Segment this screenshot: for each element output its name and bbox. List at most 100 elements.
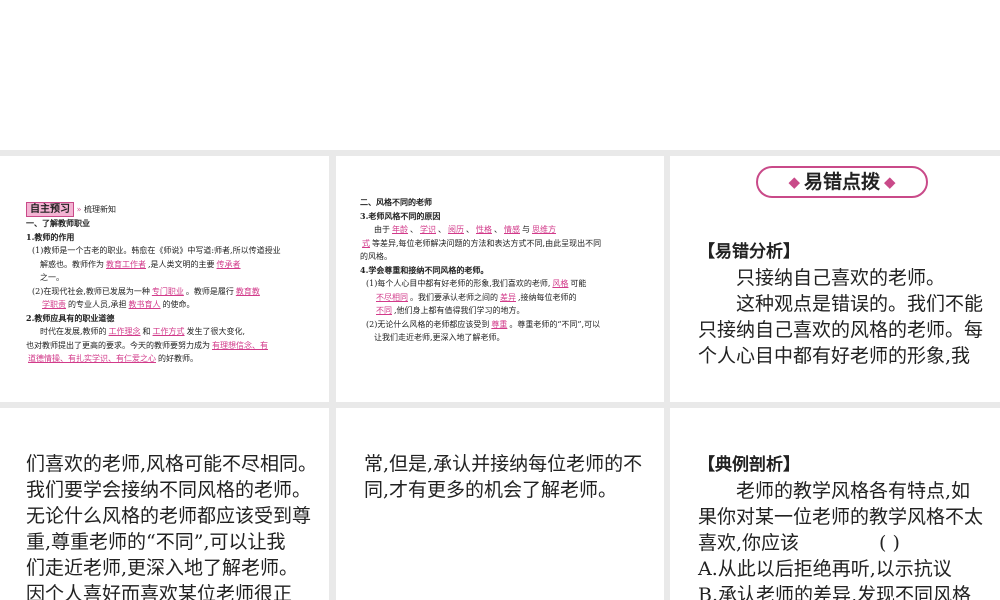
text-span: 与 [522,225,530,234]
text-span: 的专业人员,承担 [68,300,127,309]
section-title: 二、风格不同的老师 [360,197,432,207]
answer-paren: ( ) [879,532,900,554]
text-line: 也对教师提出了更高的要求。今天的教师要努力成为 有理想信念、有 [26,339,326,353]
text-line: 不尽相同 。我们要承认老师之间的 差异 ,接纳每位老师的 [360,291,660,305]
slide-panel-6[interactable]: 【典例剖析】 老师的教学风格各有特点,如 果你对某一位老师的教学风格不太 喜欢,… [670,408,1000,600]
answer-blank: 专门职业 [151,286,184,296]
text-line: 这种观点是错误的。我们不能 [736,293,984,315]
text-line: 同,才有更多的机会了解老师。 [364,479,618,501]
text-span: (2)无论什么风格的老师都应该受到 [366,319,490,329]
diamond-arrow-left-icon: ◆ [788,173,800,191]
text-line: 解惑也。教师作为 教育工作者 ,是人类文明的主要 传承者 [26,258,326,272]
answer-blank: 思维方 [532,225,556,234]
answer-blank: 教育工作者 [106,259,146,269]
slide-panel-4[interactable]: 们喜欢的老师,风格可能不尽相同。 我们要学会接纳不同风格的老师。 无论什么风格的… [0,408,329,600]
answer-blank: 教育教 [235,286,260,296]
answer-blank: 不尽相同 [376,292,408,302]
text-line: 的风格。 [360,252,392,261]
top-blank-area [0,0,1000,150]
text-line: 果你对某一位老师的教学风格不太 [698,506,984,528]
text-span: 。教师是履行 [185,286,234,296]
text-span: 和 [142,327,151,336]
text-line: 式等差异,每位老师解决问题的方法和表达方式不同,由此呈现出不同 [360,237,660,251]
answer-blank: 道德情操、有扎实学识、有仁爱之心 [28,354,156,363]
answer-blank: 情感 [504,225,520,234]
error-tips-banner: ◆ 易错点拨 ◆ [756,166,928,198]
preview-header-box: 自主预习 [26,202,74,217]
banner-title: 易错点拨 [803,171,880,193]
answer-blank: 传承者 [216,259,241,269]
text-line: 们喜欢的老师,风格可能不尽相同。 [26,453,318,475]
answer-blank: 风格 [552,279,569,288]
text-line: 个人心目中都有好老师的形象,我 [698,345,971,367]
text-line: 由于 年龄、学识、阅历、性格、情感与思维方 [374,225,556,234]
preview-header: 自主预习 » 梳理新知 [26,202,326,217]
question-3: 3.老师风格不同的原因 [360,210,441,221]
text-line: 只接纳自己喜欢的老师。 [736,267,946,289]
text-span: 等差异,每位老师解决问题的方法和表达方式不同,由此呈现出不同 [372,238,602,248]
text-line: 时代在发展,教师的 工作理念和工作方式 发生了很大变化, [26,325,326,339]
text-line: 不同 ,他们身上都有值得我们学习的地方。 [360,304,660,318]
error-analysis-label: 【易错分析】 [698,242,800,262]
text-span: ,他们身上都有值得我们学习的地方。 [394,306,525,315]
answer-blank: 性格 [476,225,492,234]
text-span: 解惑也。教师作为 [40,259,104,269]
text-span: 的好教师。 [158,354,198,363]
text-line: (1)教师是一个古老的职业。韩愈在《师说》中写道:师者,所以传道授业 [32,246,281,255]
answer-blank: 不同 [376,306,392,315]
text-line: 无论什么风格的老师都应该受到尊 [26,505,312,527]
slide-panel-3[interactable]: ◆ 易错点拨 ◆ 【易错分析】 只接纳自己喜欢的老师。 这种观点是错误的。我们不… [670,156,1000,402]
answer-blank: 教书育人 [128,300,161,309]
text-line: (2)在现代社会,教师已发展为一种 专门职业 。教师是履行 教育教 [26,285,326,299]
answer-blank: 阅历 [448,225,464,234]
text-span: (1)每个人心目中都有好老师的形象,我们喜欢的老师, [366,279,551,288]
section-title: 一、了解教师职业 [26,218,90,228]
diamond-arrow-right-icon: ◆ [884,173,896,191]
text-span: 的使命。 [162,300,195,309]
text-line: (2)无论什么风格的老师都应该受到 尊重 。尊重老师的“不同”,可以 [360,318,660,332]
answer-blank: 学识 [420,225,436,234]
text-line: 之一。 [40,273,64,282]
text-line: 老师的教学风格各有特点,如 [736,480,971,502]
text-line: 只接纳自己喜欢的风格的老师。每 [698,319,984,341]
answer-blank: 差异 [500,292,516,302]
text-span: 喜欢,你应该 [698,532,800,554]
text-line: 们走近老师,更深入地了解老师。 [26,557,299,579]
text-span: 由于 [374,225,390,234]
text-span: ,接纳每位老师的 [518,292,577,302]
text-span: 时代在发展,教师的 [40,327,107,336]
question-2: 2.教师应具有的职业道德 [26,312,115,323]
text-line: 因个人喜好而喜欢某位老师很正 [26,583,293,600]
text-span: 发生了很大变化, [186,327,246,336]
answer-blank: 年龄 [392,225,408,234]
text-span: 可能 [570,279,587,288]
preview-header-sub: 梳理新知 [84,205,116,214]
text-line: 我们要学会接纳不同风格的老师。 [26,479,312,501]
text-span: 。我们要承认老师之间的 [410,292,498,302]
text-line: 常,但是,承认并接纳每位老师的不 [364,453,643,475]
text-line: 重,尊重老师的“不同”,可以让我 [26,531,286,553]
answer-blank: 工作方式 [152,327,185,336]
text-span: ,是人类文明的主要 [148,259,215,269]
text-line: (1)每个人心目中都有好老师的形象,我们喜欢的老师, 风格 可能 [360,277,660,291]
slide-panel-1[interactable]: 自主预习 » 梳理新知 一、了解教师职业 1.教师的作用 (1)教师是一个古老的… [0,156,329,402]
text-span: 也对教师提出了更高的要求。今天的教师要努力成为 [26,340,210,350]
text-line: 让我们走近老师,更深入地了解老师。 [374,333,505,342]
text-span: (2)在现代社会,教师已发展为一种 [32,286,150,296]
option-b: B.承认老师的差异,发现不同风格 [698,584,972,600]
answer-blank: 学职责 [42,300,66,309]
text-line: 道德情操、有扎实学识、有仁爱之心 的好教师。 [26,352,326,366]
text-line: 学职责 的专业人员,承担 教书育人 的使命。 [26,298,326,312]
answer-blank: 有理想信念、有 [212,340,268,350]
double-arrow-icon: » [76,205,82,214]
example-analysis-label: 【典例剖析】 [698,455,800,475]
answer-blank: 式 [362,238,370,248]
question-1: 1.教师的作用 [26,231,75,242]
answer-blank: 尊重 [491,319,508,329]
answer-blank: 工作理念 [108,327,141,336]
option-a: A.从此以后拒绝再听,以示抗议 [698,558,952,580]
slide-panel-5[interactable]: 常,但是,承认并接纳每位老师的不 同,才有更多的机会了解老师。 [336,408,664,600]
text-line: 喜欢,你应该 ( ) [698,530,998,556]
slide-panel-2[interactable]: 二、风格不同的老师 3.老师风格不同的原因 由于 年龄、学识、阅历、性格、情感与思… [336,156,664,402]
question-4: 4.学会尊重和接纳不同风格的老师。 [360,264,489,275]
